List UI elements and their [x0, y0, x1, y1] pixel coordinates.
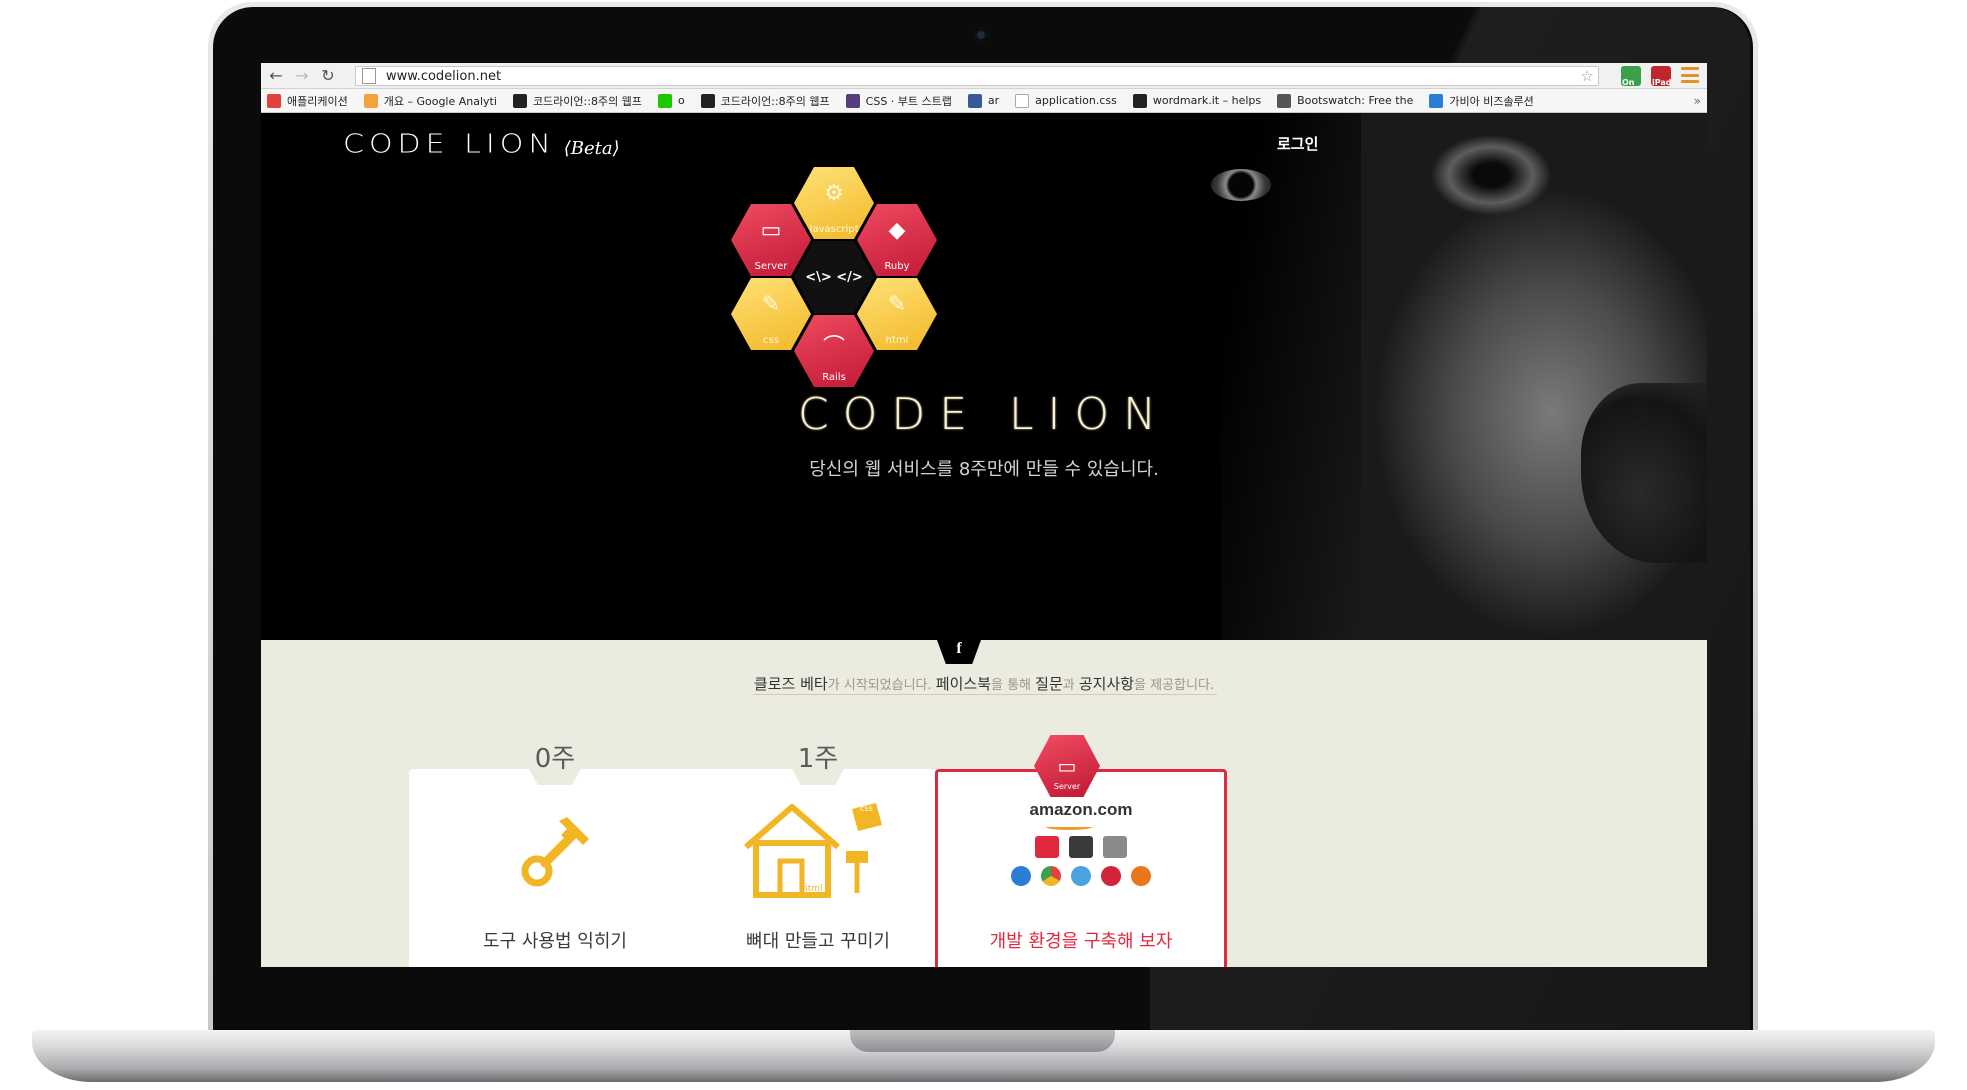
hexagon-icon [512, 93, 527, 108]
bookmark-star-icon[interactable]: ☆ [1581, 67, 1594, 85]
opera-icon [1101, 866, 1121, 886]
css-icon: ✎ [761, 292, 781, 317]
beta-label: ⟨Beta⟩ [563, 138, 620, 159]
page-icon [362, 68, 376, 84]
bookmark-item[interactable]: 개요 – Google Analyti [363, 93, 497, 109]
code-brackets-icon: <\> </> [805, 269, 863, 285]
bookmark-item[interactable]: 애플리케이션 [267, 93, 348, 109]
server-icon: ▭ [760, 218, 782, 243]
browser-screen: ← → ↻ www.codelion.net ☆ On iPad 애플리케이션 … [261, 63, 1707, 967]
hexagon-icon [700, 93, 715, 108]
tech-hexagon-cluster: ▭ Server ⚙ Javascript ◆ Ruby <\> </> ✎ c… [731, 163, 941, 387]
wrench-icon: Vim [521, 817, 589, 887]
ie-icon [1011, 866, 1031, 886]
reload-icon[interactable]: ↻ [317, 65, 339, 87]
ruby-gem-icon: ◆ [888, 218, 906, 243]
vim-label: Vim [564, 850, 581, 860]
bootswatch-icon [1277, 93, 1292, 108]
bookmark-item[interactable]: ar [967, 93, 999, 108]
apps-grid-icon [267, 93, 281, 108]
chrome-icon [1041, 866, 1061, 886]
bookmark-item[interactable]: 가비아 비즈솔루션 [1429, 93, 1534, 109]
facebook-link[interactable]: 페이스북 [936, 675, 991, 693]
beta-notice: 클로즈 베타가 시작되었습니다. 페이스북을 통해 질문과 공지사항을 제공합니… [753, 675, 1215, 693]
extension-on-icon[interactable]: On [1621, 66, 1641, 87]
url-text[interactable]: www.codelion.net [386, 69, 501, 84]
brand-logo: CODE LION [343, 129, 556, 160]
ubuntu-icon [1103, 836, 1127, 858]
terminal-icon [1069, 836, 1093, 858]
amazon-smile-icon [1046, 824, 1092, 830]
bookmark-item[interactable]: 코드라이언::8주의 웹프 [512, 93, 642, 109]
bookmark-item[interactable]: CSS · 부트 스트랩 [845, 93, 952, 109]
hero-section: CODE LION ⟨Beta⟩ 로그인 ▭ Server ⚙ Javascri… [261, 113, 1707, 640]
html-icon: ✎ [887, 292, 907, 317]
laptop-notch [850, 1030, 1115, 1052]
hero-logo: CODE LION [797, 389, 1171, 440]
forward-arrow-icon[interactable]: → [291, 65, 313, 87]
safari-icon [1071, 866, 1091, 886]
site-brand[interactable]: CODE LION ⟨Beta⟩ [343, 127, 620, 162]
bookmark-item[interactable]: o [657, 93, 685, 108]
login-link[interactable]: 로그인 [1277, 133, 1318, 154]
amazon-logo: amazon.com [1029, 800, 1133, 819]
html-label: html [802, 884, 823, 894]
house-paint-icon: html css [744, 803, 882, 898]
card-caption: 개발 환경을 구축해 보자 [989, 931, 1173, 952]
card-week-0[interactable]: Vim 도구 사용법 익히기 [409, 769, 701, 967]
url-input[interactable]: www.codelion.net ☆ [355, 66, 1599, 86]
analytics-icon [363, 93, 378, 108]
facebook-icon [967, 93, 982, 108]
css-label: css [860, 804, 873, 813]
bookmark-item[interactable]: application.css [1015, 93, 1117, 108]
bookmark-item[interactable]: wordmark.it – helps [1132, 93, 1261, 108]
back-arrow-icon[interactable]: ← [265, 65, 287, 87]
hero-tagline: 당신의 웹 서비스를 8주만에 만들 수 있습니다. [809, 459, 1159, 480]
extension-ipad-icon[interactable]: iPad [1651, 66, 1672, 87]
firefox-icon [1131, 866, 1151, 886]
bookmark-item[interactable]: 코드라이언::8주의 웹프 [700, 93, 830, 109]
naver-icon [657, 93, 672, 108]
card-week-1[interactable]: html css 뼈대 만들고 꾸미기 [672, 769, 964, 967]
server-tool-icon [1035, 836, 1059, 858]
javascript-icon: ⚙ [824, 181, 844, 206]
gabia-icon [1429, 93, 1444, 108]
screenshot-stage: ← → ↻ www.codelion.net ☆ On iPad 애플리케이션 … [0, 0, 1967, 1090]
wordmark-icon [1132, 93, 1147, 108]
bookmarks-bar: 애플리케이션 개요 – Google Analyti 코드라이언::8주의 웹프… [261, 89, 1707, 113]
tool-icons-row [938, 836, 1224, 858]
address-bar: ← → ↻ www.codelion.net ☆ On iPad [261, 63, 1707, 89]
browser-icons-row [938, 866, 1224, 886]
card-caption: 뼈대 만들고 꾸미기 [746, 931, 890, 952]
card-server[interactable]: amazon.com 개발 환경을 구축해 보자 [935, 769, 1227, 967]
rails-icon: ⌒ [822, 335, 846, 360]
notice-underline [753, 694, 1217, 695]
bookmark-item[interactable]: Bootswatch: Free the [1277, 93, 1413, 108]
camera-icon [974, 28, 988, 42]
server-icon: ▭ [1057, 754, 1077, 778]
page-icon [1015, 93, 1030, 108]
menu-icon[interactable] [1681, 67, 1699, 83]
bootstrap-icon [845, 93, 860, 108]
card-caption: 도구 사용법 익히기 [483, 931, 627, 952]
lion-eye [1211, 169, 1271, 201]
bookmarks-more-icon[interactable]: » [1694, 94, 1701, 108]
